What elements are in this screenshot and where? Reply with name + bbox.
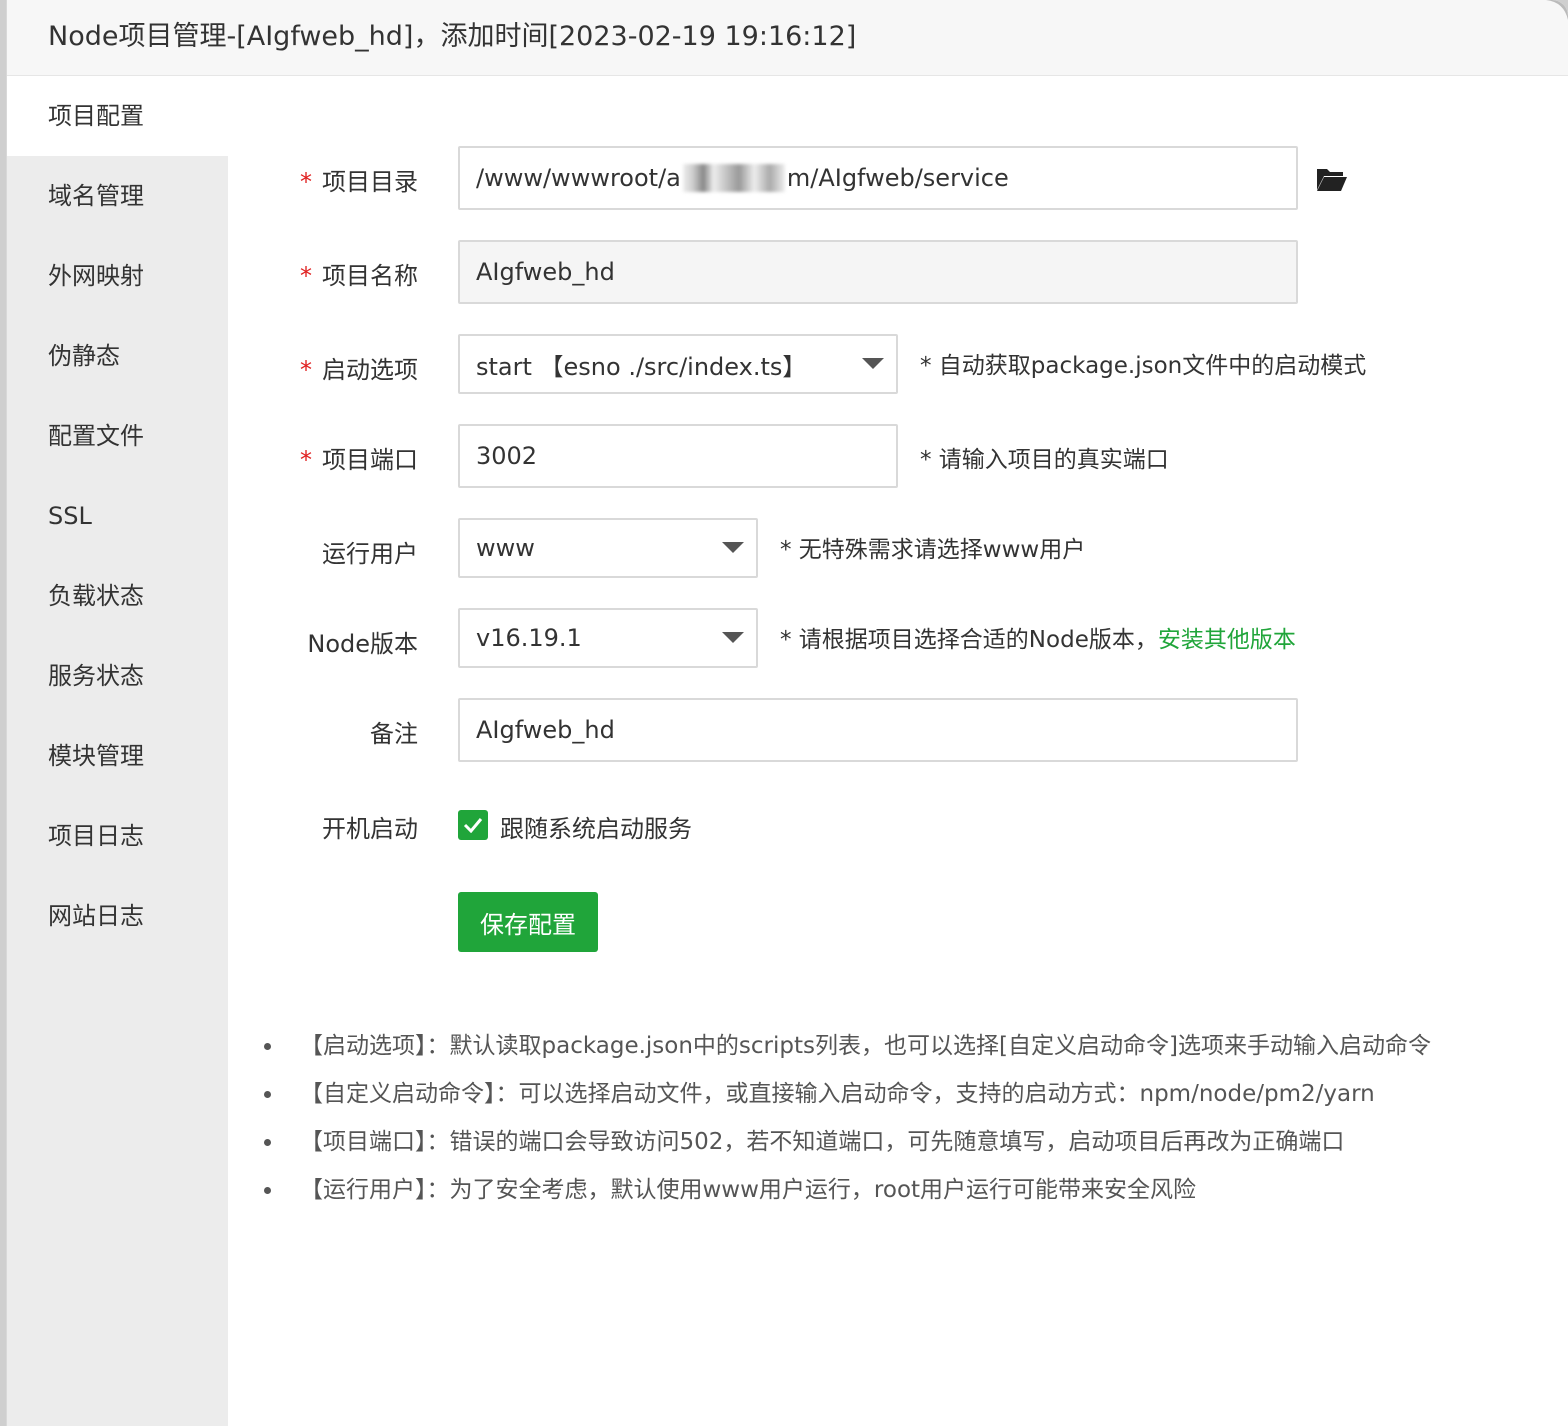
redacted-segment	[682, 164, 785, 192]
required-mark: *	[300, 168, 312, 196]
list-item: 【运行用户】：为了安全考虑，默认使用www用户运行，root用户运行可能带来安全…	[264, 1172, 1554, 1220]
sidebar-item-service-status[interactable]: 服务状态	[7, 636, 228, 716]
sidebar-item-external-mapping[interactable]: 外网映射	[7, 236, 228, 316]
run-user-hint: * 无特殊需求请选择www用户	[780, 537, 1086, 563]
sidebar-item-site-log[interactable]: 网站日志	[7, 876, 228, 956]
sidebar-item-domain[interactable]: 域名管理	[7, 156, 228, 236]
sidebar-item-config-file[interactable]: 配置文件	[7, 396, 228, 476]
project-dir-label: * 项目目录	[300, 168, 418, 196]
autostart-checkbox-label[interactable]: 跟随系统启动服务	[500, 809, 692, 844]
list-item: 【启动选项】：默认读取package.json中的scripts列表，也可以选择…	[264, 1028, 1554, 1076]
install-other-version-link[interactable]: 安装其他版本	[1158, 627, 1296, 653]
run-user-select[interactable]: www	[458, 518, 758, 578]
notes-list: 【启动选项】：默认读取package.json中的scripts列表，也可以选择…	[264, 1028, 1554, 1220]
sidebar-item-project-log[interactable]: 项目日志	[7, 796, 228, 876]
sidebar-item-project-config[interactable]: 项目配置	[7, 76, 228, 156]
dialog-title: Node项目管理-[AIgfweb_hd]，添加时间[2023-02-19 19…	[48, 21, 857, 52]
list-item: 【项目端口】：错误的端口会导致访问502，若不知道端口，可先随意填写，启动项目后…	[264, 1124, 1554, 1172]
start-option-hint: * 自动获取package.json文件中的启动模式	[920, 353, 1367, 379]
list-item: 【自定义启动命令】：可以选择启动文件，或直接输入启动命令，支持的启动方式：npm…	[264, 1076, 1554, 1124]
sidebar-item-load-status[interactable]: 负载状态	[7, 556, 228, 636]
run-user-label: 运行用户	[322, 540, 418, 568]
node-version-label: Node版本	[307, 630, 418, 658]
project-name-input[interactable]: AIgfweb_hd	[458, 240, 1298, 304]
main-form-area: * 项目目录 /www/wwwroot/a m/AIgfweb/service * 项…	[228, 76, 1568, 1426]
autostart-label: 开机启动	[322, 815, 418, 843]
start-option-label: * 启动选项	[300, 356, 418, 384]
chevron-down-icon	[722, 632, 744, 643]
remark-label: 备注	[370, 720, 418, 748]
node-version-select[interactable]: v16.19.1	[458, 608, 758, 668]
sidebar-item-rewrite[interactable]: 伪静态	[7, 316, 228, 396]
sidebar: 项目配置 域名管理 外网映射 伪静态 配置文件 SSL 负载状态 服务状态 模块…	[7, 76, 228, 1426]
sidebar-item-ssl[interactable]: SSL	[7, 476, 228, 556]
sidebar-item-module[interactable]: 模块管理	[7, 716, 228, 796]
window-corner-icon	[1546, 0, 1568, 20]
checkmark-icon	[463, 818, 483, 833]
chevron-down-icon	[862, 358, 884, 369]
folder-open-icon[interactable]	[1316, 166, 1348, 192]
node-version-hint: * 请根据项目选择合适的Node版本，安装其他版本	[780, 627, 1296, 653]
autostart-checkbox[interactable]	[458, 810, 488, 840]
project-port-hint: * 请输入项目的真实端口	[920, 447, 1169, 473]
project-name-label: * 项目名称	[300, 262, 418, 290]
save-config-button[interactable]: 保存配置	[458, 892, 598, 952]
remark-input[interactable]: AIgfweb_hd	[458, 698, 1298, 762]
dialog-titlebar[interactable]: Node项目管理-[AIgfweb_hd]，添加时间[2023-02-19 19…	[7, 0, 1568, 76]
project-dir-input[interactable]: /www/wwwroot/a m/AIgfweb/service	[458, 146, 1298, 210]
project-port-label: * 项目端口	[300, 446, 418, 474]
chevron-down-icon	[722, 542, 744, 553]
start-option-select[interactable]: start 【esno ./src/index.ts】	[458, 334, 898, 394]
node-project-dialog: Node项目管理-[AIgfweb_hd]，添加时间[2023-02-19 19…	[6, 0, 1568, 1426]
project-port-input[interactable]: 3002	[458, 424, 898, 488]
